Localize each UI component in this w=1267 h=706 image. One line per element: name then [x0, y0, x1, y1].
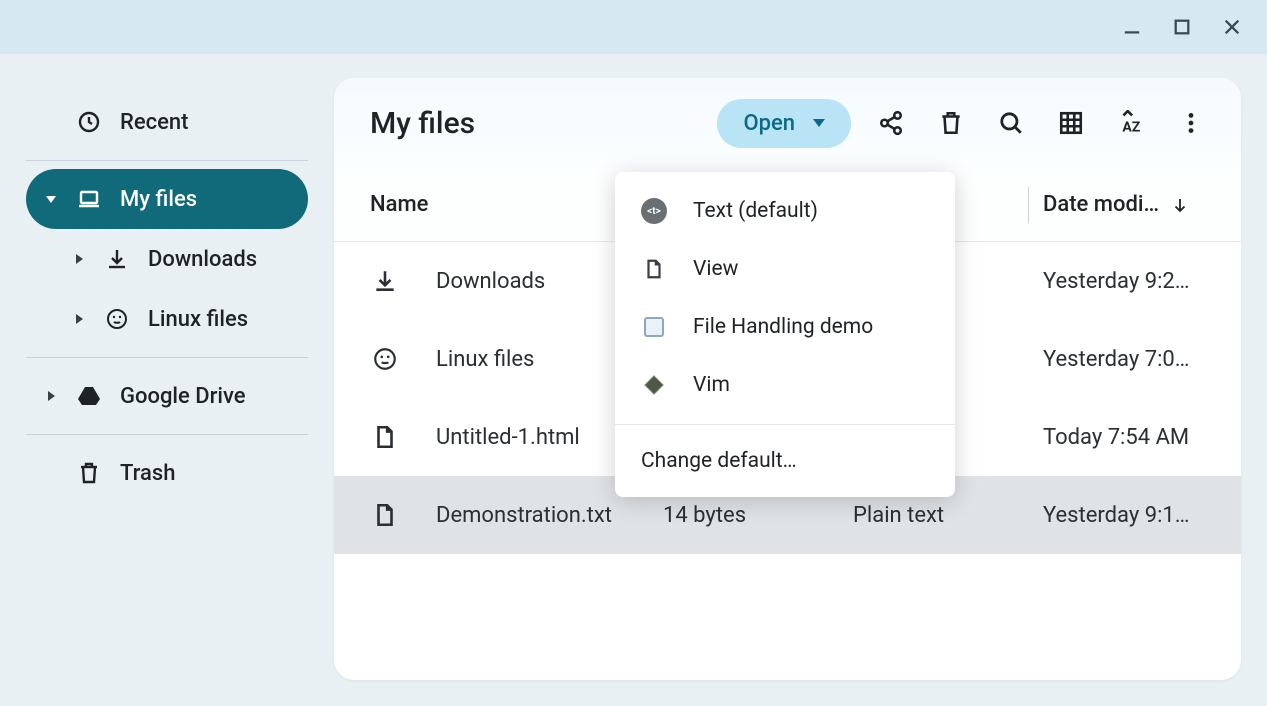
sidebar-item-recent[interactable]: Recent [26, 92, 308, 152]
menu-item-label: View [693, 257, 738, 281]
open-button-label: Open [743, 111, 795, 136]
sidebar-item-my-files[interactable]: My files [26, 169, 308, 229]
change-default-menu-item[interactable]: Change default… [615, 425, 955, 497]
linux-icon [104, 306, 130, 332]
more-button[interactable] [1171, 103, 1211, 143]
main-panel: My files Open AZ [334, 78, 1241, 680]
sidebar-item-label: Downloads [148, 247, 257, 272]
column-divider [1028, 187, 1029, 223]
trash-icon [76, 460, 102, 486]
sidebar-item-linux-files[interactable]: Linux files [54, 289, 308, 349]
file-size: 14 bytes [663, 503, 853, 528]
file-date: Today 7:54 AM [1043, 425, 1213, 450]
menu-item-label: Change default… [641, 449, 797, 473]
sidebar-item-label: Linux files [148, 307, 248, 332]
menu-item-label: File Handling demo [693, 315, 873, 339]
maximize-button[interactable] [1173, 18, 1191, 36]
sidebar: Recent My files Downloads [0, 54, 334, 706]
sidebar-item-label: My files [120, 187, 197, 212]
window-titlebar [0, 0, 1267, 54]
minimize-button[interactable] [1123, 18, 1141, 36]
download-icon [104, 246, 130, 272]
file-icon [370, 424, 400, 450]
file-date: Yesterday 7:0… [1043, 347, 1213, 372]
drive-icon [76, 383, 102, 409]
svg-text:AZ: AZ [1122, 120, 1140, 136]
menu-item-label: Text (default) [693, 199, 818, 223]
linux-icon [370, 346, 400, 372]
file-type: Plain text [853, 503, 1043, 528]
download-icon [370, 268, 400, 294]
page-title: My files [370, 106, 697, 141]
sidebar-item-label: Google Drive [120, 384, 246, 409]
col-date-header[interactable]: Date modi… [1043, 192, 1213, 217]
expand-caret-icon [72, 313, 86, 325]
sort-button[interactable]: AZ [1111, 103, 1151, 143]
open-button[interactable]: Open [717, 99, 851, 148]
clock-icon [76, 109, 102, 135]
file-date: Yesterday 9:1… [1043, 503, 1213, 528]
menu-item-label: Vim [693, 373, 730, 397]
delete-button[interactable] [931, 103, 971, 143]
grid-view-button[interactable] [1051, 103, 1091, 143]
open-with-menu-item[interactable]: Vim [615, 356, 955, 414]
close-button[interactable] [1223, 18, 1241, 36]
open-with-menu-item[interactable]: File Handling demo [615, 298, 955, 356]
laptop-icon [76, 186, 102, 212]
sidebar-item-label: Recent [120, 110, 188, 135]
col-date-label: Date modi… [1043, 192, 1159, 217]
share-button[interactable] [871, 103, 911, 143]
file-name: Demonstration.txt [436, 503, 663, 528]
file-date: Yesterday 9:2… [1043, 269, 1213, 294]
sidebar-item-trash[interactable]: Trash [26, 443, 308, 503]
open-with-menu-item[interactable]: <t> Text (default) [615, 182, 955, 240]
vim-icon [641, 372, 667, 398]
chevron-down-icon [813, 119, 825, 127]
file-icon [370, 502, 400, 528]
sidebar-item-label: Trash [120, 461, 175, 486]
search-button[interactable] [991, 103, 1031, 143]
toolbar: My files Open AZ [334, 78, 1241, 168]
expand-caret-icon [72, 253, 86, 265]
col-name-header[interactable]: Name [370, 192, 638, 217]
app-icon [641, 314, 667, 340]
file-icon [641, 256, 667, 282]
open-with-menu-item[interactable]: View [615, 240, 955, 298]
expand-caret-icon [44, 390, 58, 402]
text-app-icon: <t> [641, 198, 667, 224]
open-with-menu: <t> Text (default) View File Handling demo V… [615, 172, 955, 497]
sidebar-item-google-drive[interactable]: Google Drive [26, 366, 308, 426]
arrow-down-icon [1171, 196, 1189, 214]
collapse-caret-icon [44, 193, 58, 205]
sidebar-item-downloads[interactable]: Downloads [54, 229, 308, 289]
